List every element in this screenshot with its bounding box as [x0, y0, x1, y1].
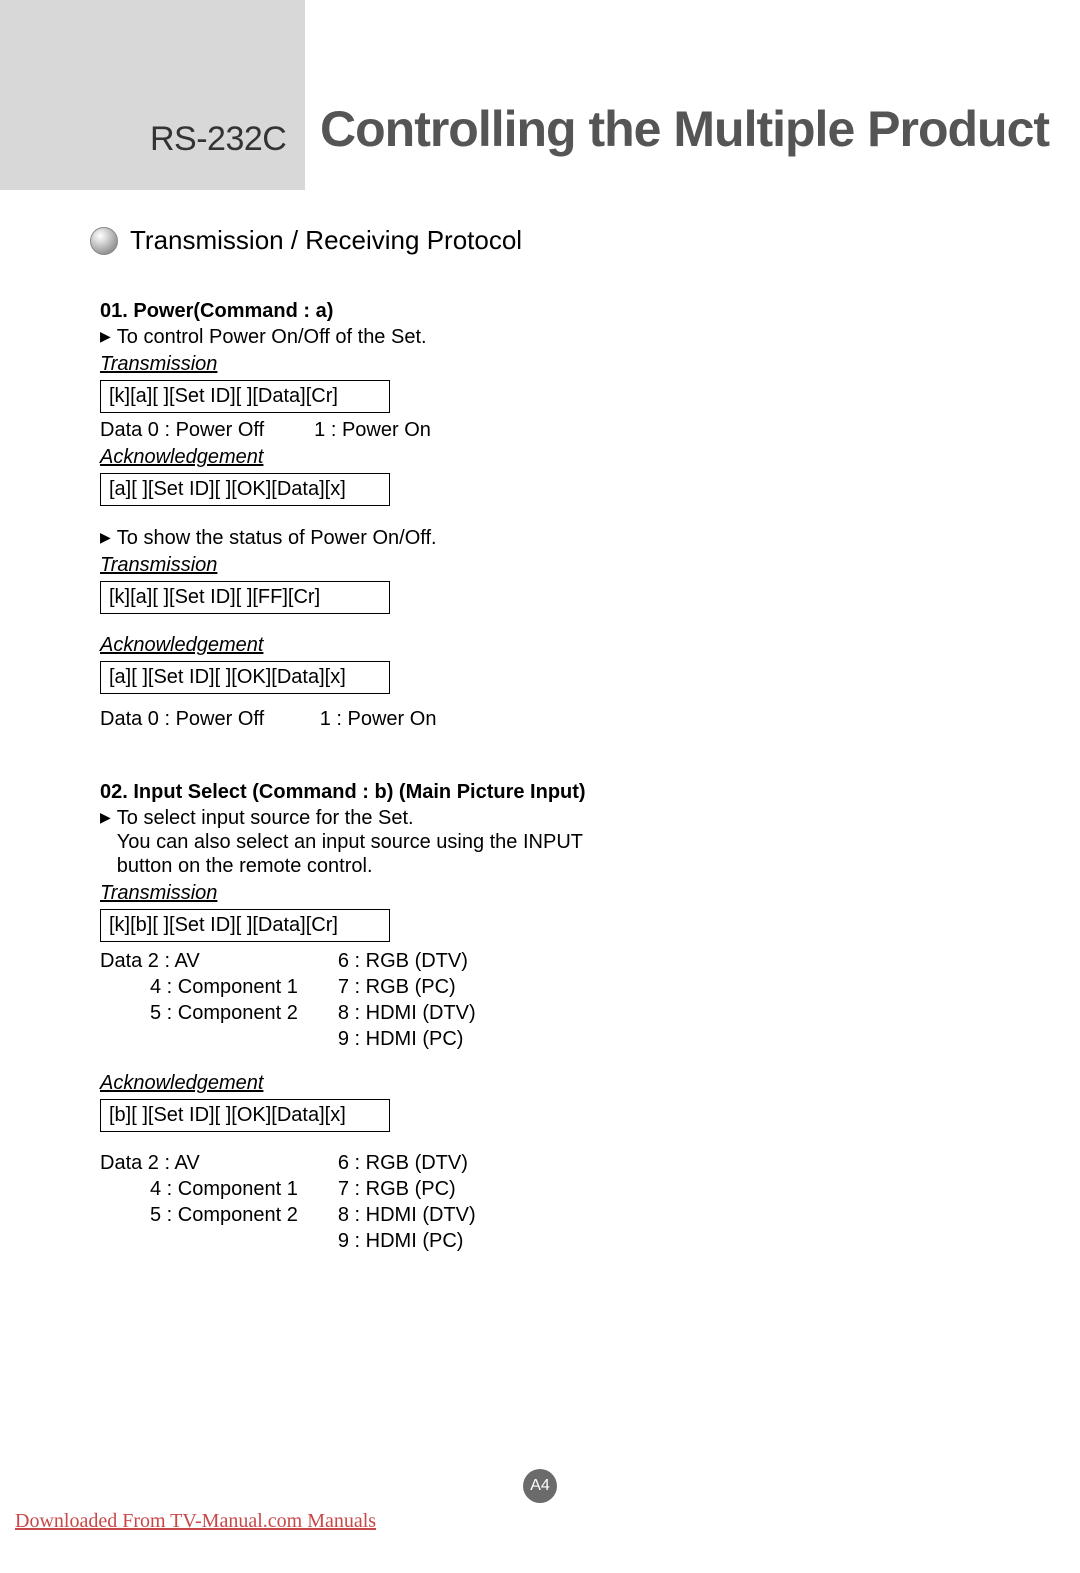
cmd02-title: 02. Input Select (Command : b) (Main Pic…	[100, 781, 920, 804]
cmd02-c2l1: 6 : RGB (DTV)	[338, 948, 476, 974]
cmd02b-c1l2: 4 : Component 1	[100, 1176, 298, 1202]
cmd02-ack-label: Acknowledgement	[100, 1072, 920, 1095]
cmd02b-c1l3: 5 : Component 2	[100, 1202, 298, 1228]
header-title: Controlling the Multiple Product	[320, 100, 1049, 158]
cmd02b-c2l4: 9 : HDMI (PC)	[338, 1228, 476, 1254]
bullet-circle-icon	[90, 227, 118, 255]
section-title: Transmission / Receiving Protocol	[130, 225, 522, 256]
cmd01-desc-row: ▶ To control Power On/Off of the Set.	[100, 325, 920, 349]
cmd02b-c2l1: 6 : RGB (DTV)	[338, 1150, 476, 1176]
cmd01-title: 01. Power(Command : a)	[100, 300, 920, 323]
cmd02-ack-code: [b][ ][Set ID][ ][OK][Data][x]	[100, 1099, 390, 1132]
cmd01-data-line1: Data 0 : Power Off 1 : Power On	[100, 419, 920, 442]
cmd02-c1l1: Data 2 : AV	[100, 948, 298, 974]
cmd01-data-line2: Data 0 : Power Off 1 : Power On	[100, 708, 920, 731]
cmd01-ack-code2: [a][ ][Set ID][ ][OK][Data][x]	[100, 661, 390, 694]
cmd02-c2l4: 9 : HDMI (PC)	[338, 1026, 476, 1052]
cmd02-c1l2: 4 : Component 1	[100, 974, 298, 1000]
cmd02b-c2l3: 8 : HDMI (DTV)	[338, 1202, 476, 1228]
cmd01-ack-code1: [a][ ][Set ID][ ][OK][Data][x]	[100, 473, 390, 506]
cmd01-ack-label1: Acknowledgement	[100, 446, 920, 469]
cmd02-trans-code: [k][b][ ][Set ID][ ][Data][Cr]	[100, 909, 390, 942]
cmd01-trans-code1: [k][a][ ][Set ID][ ][Data][Cr]	[100, 380, 390, 413]
cmd01-trans-code2: [k][a][ ][Set ID][ ][FF][Cr]	[100, 581, 390, 614]
cmd02-desc1: To select input source for the Set.	[117, 806, 583, 830]
cmd02b-c2l2: 7 : RGB (PC)	[338, 1176, 476, 1202]
cmd01-desc2: To show the status of Power On/Off.	[117, 526, 437, 550]
header-band	[0, 0, 305, 190]
section-header: Transmission / Receiving Protocol	[90, 225, 522, 256]
cmd02-desc-row: ▶ To select input source for the Set. Yo…	[100, 806, 920, 878]
cmd01-trans-label2: Transmission	[100, 554, 920, 577]
cmd01-trans-label: Transmission	[100, 353, 920, 376]
footer-link[interactable]: Downloaded From TV-Manual.com Manuals	[15, 1510, 376, 1533]
cmd02-c1l3: 5 : Component 2	[100, 1000, 298, 1026]
page-number-badge: A4	[523, 1469, 557, 1503]
content-area: 01. Power(Command : a) ▶ To control Powe…	[100, 300, 920, 1254]
cmd02-c2l2: 7 : RGB (PC)	[338, 974, 476, 1000]
cmd02-trans-label: Transmission	[100, 882, 920, 905]
cmd02-desc2: You can also select an input source usin…	[117, 830, 583, 854]
cmd01-desc-row2: ▶ To show the status of Power On/Off.	[100, 526, 920, 550]
cmd02b-c1l1: Data 2 : AV	[100, 1150, 298, 1176]
cmd01-ack-label2: Acknowledgement	[100, 634, 920, 657]
triangle-icon: ▶	[100, 325, 111, 347]
triangle-icon: ▶	[100, 526, 111, 548]
cmd01-desc1: To control Power On/Off of the Set.	[117, 325, 427, 349]
cmd02-desc3: button on the remote control.	[117, 854, 583, 878]
cmd02-data-cols1: Data 2 : AV 4 : Component 1 5 : Componen…	[100, 948, 920, 1052]
cmd02-data-cols2: Data 2 : AV 4 : Component 1 5 : Componen…	[100, 1150, 920, 1254]
header-label: RS-232C	[150, 120, 286, 159]
triangle-icon: ▶	[100, 806, 111, 828]
cmd02-c2l3: 8 : HDMI (DTV)	[338, 1000, 476, 1026]
